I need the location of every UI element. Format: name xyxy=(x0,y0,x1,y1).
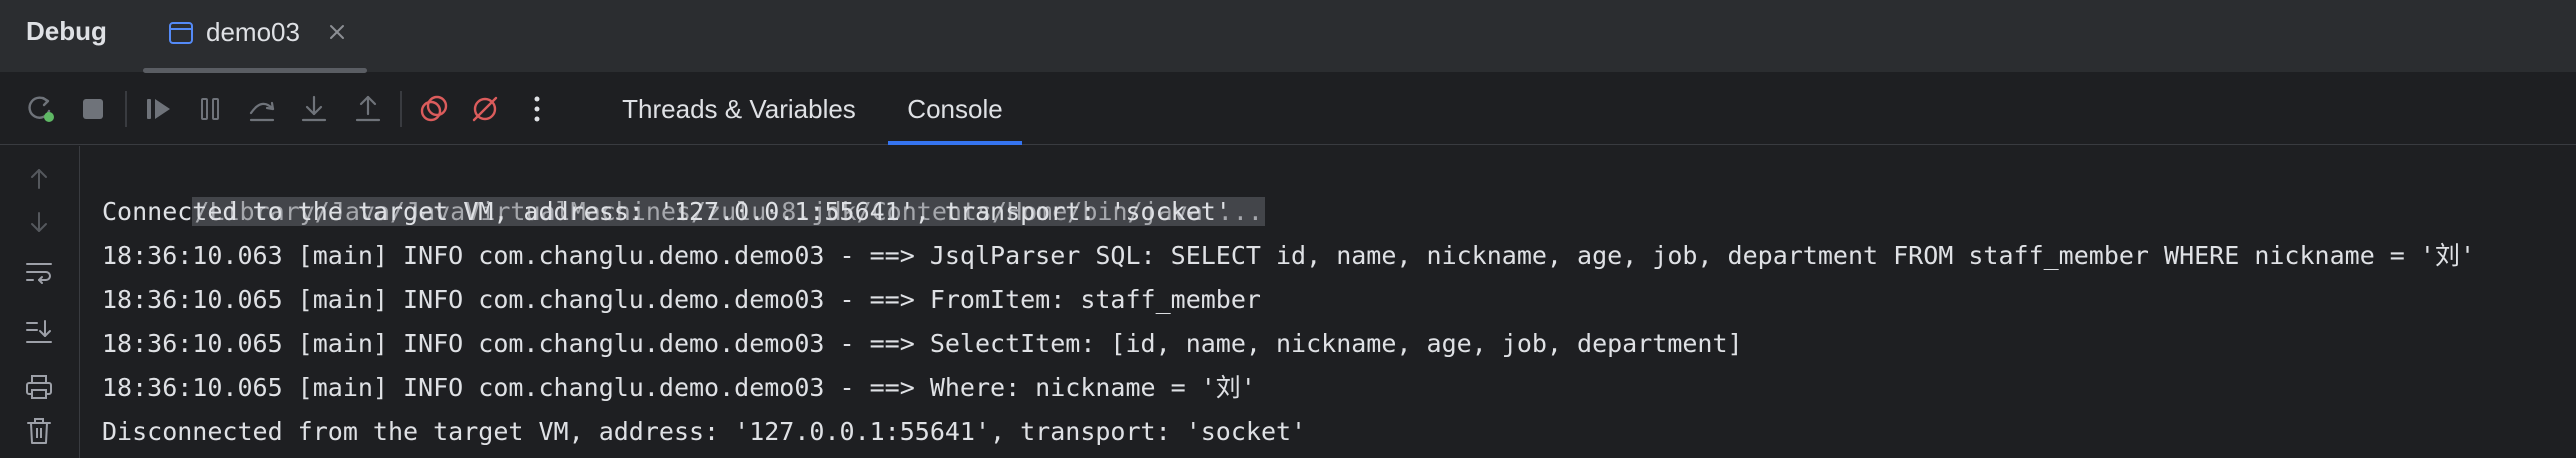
scroll-down-button[interactable] xyxy=(20,203,58,241)
scroll-up-button[interactable] xyxy=(20,160,58,198)
tab-label: Threads & Variables xyxy=(622,93,856,124)
console-line: 18:36:10.065 [main] INFO com.changlu.dem… xyxy=(102,285,1261,314)
console-command-line: /Library/Java/JavaVirtualMachines/zulu-8… xyxy=(102,146,1265,226)
console-line: Disconnected from the target VM, address… xyxy=(102,417,1307,446)
toolbar-separator xyxy=(125,91,127,127)
console-line: Connected to the target VM, address: '12… xyxy=(102,197,1231,226)
session-tab-label: demo03 xyxy=(206,17,300,47)
console-line: 18:36:10.065 [main] INFO com.changlu.dem… xyxy=(102,373,1256,402)
soft-wrap-button[interactable] xyxy=(20,253,58,291)
resume-button[interactable] xyxy=(141,91,177,127)
clear-all-button[interactable] xyxy=(20,412,58,450)
step-out-button[interactable] xyxy=(350,91,386,127)
view-breakpoints-button[interactable] xyxy=(416,91,452,127)
session-tab-demo03[interactable]: demo03 xyxy=(143,0,367,73)
more-button[interactable] xyxy=(519,91,555,127)
pause-button[interactable] xyxy=(192,91,228,127)
tool-window-header: Debug demo03 xyxy=(0,0,2576,73)
mute-breakpoints-icon xyxy=(472,96,498,122)
tab-console[interactable]: Console xyxy=(888,73,1022,145)
soft-wrap-icon xyxy=(26,263,52,284)
console-output[interactable]: /Library/Java/JavaVirtualMachines/zulu-8… xyxy=(102,146,2576,458)
application-window-icon xyxy=(168,20,194,46)
console-side-toolbar xyxy=(0,146,80,458)
rerun-icon xyxy=(28,96,54,122)
breakpoints-icon xyxy=(420,95,448,122)
print-button[interactable] xyxy=(20,368,58,406)
console-line: 18:36:10.063 [main] INFO com.changlu.dem… xyxy=(102,241,2475,270)
resume-icon xyxy=(147,99,170,119)
stop-icon xyxy=(83,99,103,119)
step-over-icon xyxy=(249,101,275,122)
console-line: 18:36:10.065 [main] INFO com.changlu.dem… xyxy=(102,329,1743,358)
pause-icon xyxy=(201,98,219,120)
step-into-button[interactable] xyxy=(296,91,332,127)
trash-icon xyxy=(27,418,51,444)
step-out-icon xyxy=(355,95,381,122)
tab-label: Console xyxy=(907,93,1003,124)
scroll-to-end-icon xyxy=(26,320,52,343)
tool-window-title: Debug xyxy=(26,16,107,46)
mute-breakpoints-button[interactable] xyxy=(467,91,503,127)
printer-icon xyxy=(26,375,52,399)
arrow-down-icon xyxy=(31,212,47,232)
arrow-up-icon xyxy=(31,169,47,189)
more-vertical-icon xyxy=(534,96,540,122)
tab-threads-variables[interactable]: Threads & Variables xyxy=(598,73,880,145)
stop-button[interactable] xyxy=(75,91,111,127)
scroll-to-end-button[interactable] xyxy=(20,313,58,351)
toolbar-separator xyxy=(400,91,402,127)
rerun-button[interactable] xyxy=(23,91,59,127)
debug-toolbar: Threads & Variables Console xyxy=(0,73,2576,145)
step-into-icon xyxy=(301,95,327,122)
step-over-button[interactable] xyxy=(244,91,280,127)
close-icon[interactable] xyxy=(325,20,349,44)
debug-tool-window: Debug demo03 Threads & Variables Console… xyxy=(0,0,2576,458)
